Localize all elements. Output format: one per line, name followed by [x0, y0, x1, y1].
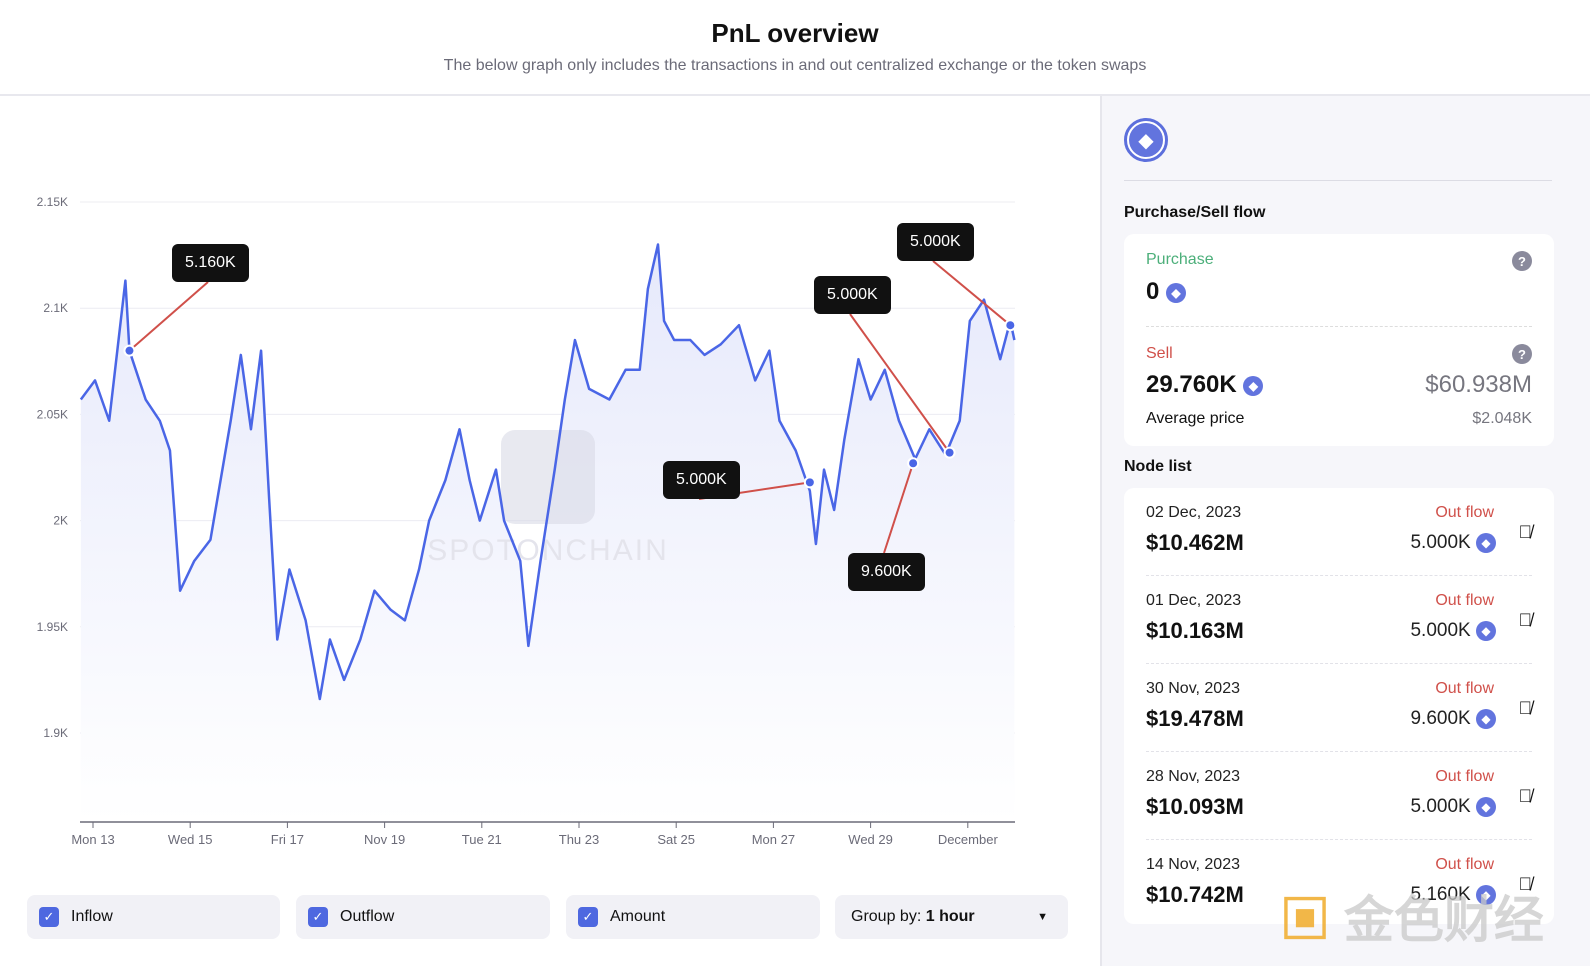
node-date: 30 Nov, 2023	[1146, 680, 1240, 697]
node-list-item[interactable]: 30 Nov, 2023 $19.478M Out flow 9.600K ◆ …	[1146, 664, 1532, 752]
sell-usd: $60.938M	[1425, 371, 1532, 398]
inflow-toggle[interactable]: ✓ Inflow	[27, 895, 280, 939]
transaction-marker[interactable]	[1004, 319, 1017, 332]
eye-hidden-icon[interactable]: 👁̸	[1519, 786, 1533, 807]
node-list: 02 Dec, 2023 $10.462M Out flow 5.000K ◆ …	[1124, 488, 1554, 924]
eth-icon: ◆	[1476, 620, 1496, 641]
spotonchain-watermark: SPOTONCHAIN	[427, 534, 668, 567]
average-price-label: Average price	[1146, 410, 1245, 427]
node-date: 14 Nov, 2023	[1146, 856, 1240, 873]
side-panel: ◆ Purchase/Sell flow Purchase ? 0 ◆ Sell…	[1100, 96, 1590, 966]
flow-title: Purchase/Sell flow	[1124, 204, 1266, 221]
node-value: $10.742M	[1146, 882, 1244, 907]
node-date: 01 Dec, 2023	[1146, 592, 1242, 609]
transaction-marker[interactable]	[943, 446, 956, 459]
transaction-marker[interactable]	[123, 344, 136, 357]
node-amount: 5.000K	[1410, 796, 1471, 817]
outflow-label: Outflow	[340, 908, 395, 925]
node-flow: Out flow	[1435, 768, 1494, 785]
node-date: 02 Dec, 2023	[1146, 504, 1242, 521]
x-tick-label: December	[938, 832, 999, 847]
outflow-toggle[interactable]: ✓ Outflow	[296, 895, 550, 939]
eye-hidden-icon[interactable]: 👁̸	[1519, 522, 1533, 543]
help-icon[interactable]: ?	[1512, 344, 1532, 364]
x-tick-label: Mon 27	[752, 832, 795, 847]
x-tick-label: Sat 25	[657, 832, 695, 847]
average-price-value: $2.048K	[1472, 410, 1532, 427]
sell-amount: 29.760K	[1146, 371, 1237, 398]
node-list-title: Node list	[1124, 458, 1192, 475]
node-value: $10.093M	[1146, 794, 1244, 819]
jinse-watermark-logo: ▣ 金色财经	[1280, 892, 1544, 948]
checkbox-checked-icon[interactable]: ✓	[308, 907, 328, 927]
eye-hidden-icon[interactable]: 👁̸	[1519, 610, 1533, 631]
transaction-marker[interactable]	[907, 457, 920, 470]
node-list-item[interactable]: 01 Dec, 2023 $10.163M Out flow 5.000K ◆ …	[1146, 576, 1532, 664]
node-amount: 9.600K	[1410, 708, 1471, 729]
amount-toggle[interactable]: ✓ Amount	[566, 895, 820, 939]
x-tick-label: Fri 17	[271, 832, 304, 847]
y-tick-label: 2.05K	[37, 407, 68, 421]
eye-hidden-icon[interactable]: 👁̸	[1519, 698, 1533, 719]
amount-tooltip: 5.000K	[897, 223, 974, 261]
node-flow: Out flow	[1435, 856, 1494, 873]
y-tick-label: 2K	[53, 514, 68, 528]
node-flow: Out flow	[1435, 680, 1494, 697]
checkbox-checked-icon[interactable]: ✓	[39, 907, 59, 927]
page-title: PnL overview	[711, 18, 879, 48]
x-tick-label: Thu 23	[559, 832, 599, 847]
group-by-label: Group by:	[851, 908, 922, 925]
node-list-item[interactable]: 28 Nov, 2023 $10.093M Out flow 5.000K ◆ …	[1146, 752, 1532, 840]
transaction-marker[interactable]	[803, 476, 816, 489]
group-by-value: 1 hour	[925, 908, 975, 925]
node-flow: Out flow	[1435, 592, 1494, 609]
annotation-leader	[932, 260, 1011, 326]
amount-tooltip: 5.000K	[663, 461, 740, 499]
node-flow: Out flow	[1435, 504, 1494, 521]
node-value: $10.163M	[1146, 618, 1244, 643]
eth-icon: ◆	[1166, 282, 1187, 303]
inflow-label: Inflow	[71, 908, 113, 925]
node-amount: 5.000K	[1410, 620, 1471, 641]
eth-icon: ◆	[1243, 375, 1264, 396]
node-value: $19.478M	[1146, 706, 1244, 731]
x-tick-label: Wed 29	[848, 832, 893, 847]
y-tick-label: 1.95K	[37, 620, 68, 634]
amount-tooltip: 5.160K	[172, 244, 249, 282]
flow-card: Purchase ? 0 ◆ Sell ? 29.760K ◆ $60.938M…	[1124, 234, 1554, 446]
x-tick-label: Tue 21	[462, 832, 502, 847]
eth-icon: ◆	[1476, 796, 1496, 817]
eth-token-icon: ◆	[1124, 118, 1168, 162]
dropdown-arrow-icon: ▼	[1037, 911, 1048, 923]
amount-tooltip: 9.600K	[848, 553, 925, 591]
node-amount: 5.000K	[1410, 532, 1471, 553]
page-subtitle: The below graph only includes the transa…	[443, 57, 1147, 74]
node-date: 28 Nov, 2023	[1146, 768, 1240, 785]
help-icon[interactable]: ?	[1512, 251, 1532, 271]
page-header: PnL overview The below graph only includ…	[0, 0, 1590, 96]
annotation-leader	[128, 281, 209, 352]
amount-tooltip: 5.000K	[814, 276, 891, 314]
y-tick-label: 2.1K	[43, 301, 68, 315]
checkbox-checked-icon[interactable]: ✓	[578, 907, 598, 927]
y-tick-label: 1.9K	[43, 726, 68, 740]
purchase-label: Purchase	[1146, 251, 1214, 268]
amount-label: Amount	[610, 908, 666, 925]
divider	[1124, 180, 1552, 181]
x-tick-label: Wed 15	[168, 832, 213, 847]
node-list-item[interactable]: 02 Dec, 2023 $10.462M Out flow 5.000K ◆ …	[1146, 488, 1532, 576]
x-tick-label: Nov 19	[364, 832, 405, 847]
eth-icon: ◆	[1476, 708, 1496, 729]
y-tick-label: 2.15K	[37, 195, 68, 209]
sell-label: Sell	[1146, 345, 1173, 362]
node-value: $10.462M	[1146, 530, 1244, 555]
eth-icon: ◆	[1476, 532, 1496, 553]
group-by-select[interactable]: Group by: 1 hour ▼	[835, 895, 1068, 939]
purchase-amount: 0	[1146, 278, 1160, 305]
x-tick-label: Mon 13	[71, 832, 114, 847]
